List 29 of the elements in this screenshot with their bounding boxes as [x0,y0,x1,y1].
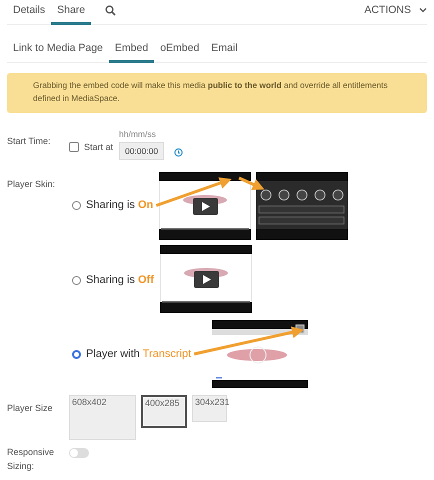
actions-menu[interactable]: ACTIONS [358,3,427,25]
field-label: Responsive Sizing: [7,446,56,473]
option-label: Player with Transcript [86,346,192,362]
time-field[interactable]: 00:00:00 [119,142,164,160]
field-label: Start Time: [7,135,52,148]
size-option[interactable]: 304x231 [192,395,227,422]
chevron-down-icon [419,7,427,13]
checkbox[interactable] [69,142,79,152]
tab[interactable]: Link to Media Page [7,41,109,63]
size-option[interactable]: 400x285 [141,395,187,428]
arrow [238,176,264,190]
tab[interactable]: oEmbed [154,41,206,63]
warning-message: Grabbing the embed code will make this media public to the world and override all entitlements defined in MediaSpace. [7,73,427,113]
option-label: Sharing is On [86,198,154,214]
tab[interactable]: Details [7,3,52,25]
field-label: Player Skin: [7,178,56,191]
tab[interactable]: Embed [108,41,154,63]
size-option[interactable]: 608x402 [69,395,136,440]
field-hint: hh/mm/ss [119,129,157,140]
toggle-switch[interactable] [69,448,89,458]
option-label: Sharing is Off [86,272,154,288]
field-label: Player Size [7,402,54,415]
tab[interactable]: Email [205,41,244,63]
radio-button[interactable] [72,201,81,210]
radio-button[interactable] [72,350,81,358]
checkbox-label: Start at [84,141,114,152]
search-icon[interactable] [105,5,116,16]
tab[interactable]: Share [51,3,92,25]
radio-button[interactable] [72,276,81,284]
